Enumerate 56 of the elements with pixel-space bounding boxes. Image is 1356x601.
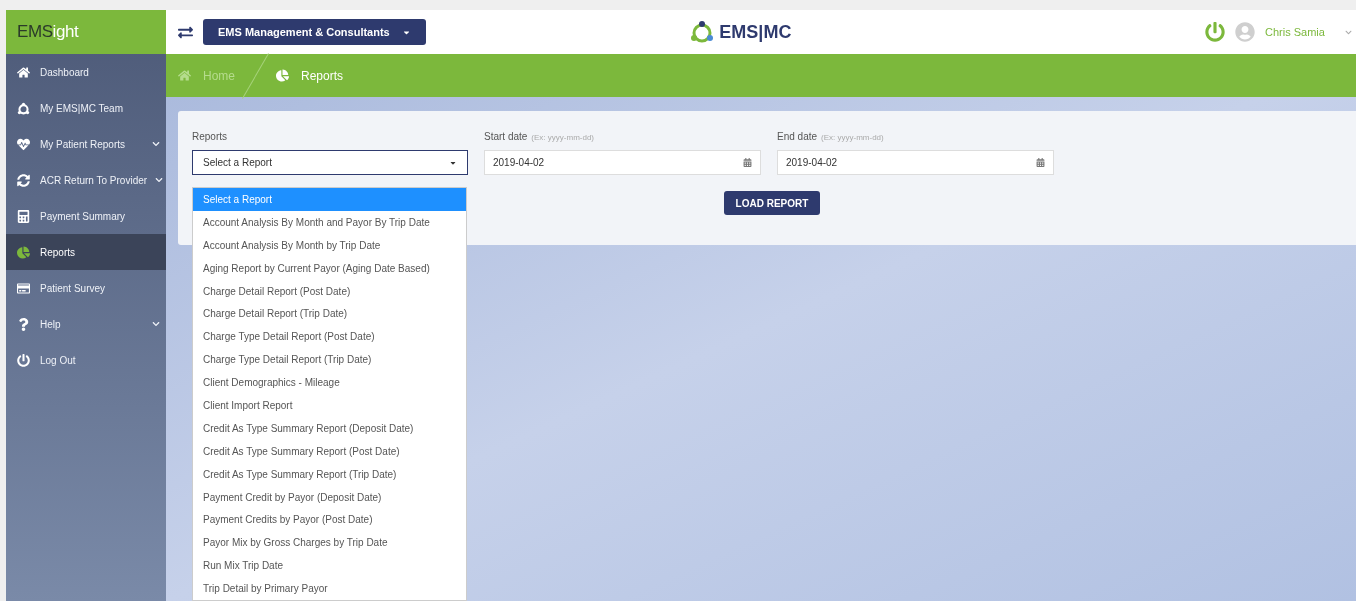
report-option[interactable]: Payment Credit by Payor (Deposit Date) [193, 485, 466, 509]
field-hint: (Ex: yyyy-mm-dd) [531, 132, 595, 144]
report-select[interactable]: Select a Report [192, 150, 468, 175]
heartbeat-icon [17, 137, 30, 151]
calculator-icon [17, 209, 30, 223]
report-option[interactable]: Account Analysis By Month by Trip Date [193, 233, 466, 257]
sidebar-item[interactable]: Help [6, 306, 166, 342]
sidebar-item[interactable]: ACR Return To Provider [6, 162, 166, 198]
chevron-icon [152, 140, 160, 148]
company-dropdown[interactable]: EMS Management & Consultants [203, 19, 426, 45]
chevron-icon [152, 320, 160, 328]
help-icon [17, 317, 30, 331]
card-icon [17, 281, 30, 295]
date-field[interactable]: 2019-04-02 [484, 150, 761, 175]
report-option[interactable]: Trip Detail by Primary Payor [193, 577, 466, 601]
report-option[interactable]: Client Demographics - Mileage [193, 371, 466, 394]
report-option[interactable]: Charge Detail Report (Trip Date) [193, 302, 466, 326]
pie-chart-icon [17, 245, 30, 259]
switch-icon[interactable] [178, 24, 193, 40]
report-option[interactable]: Credit As Type Summary Report (Post Date) [193, 439, 466, 463]
sidebar-item[interactable]: Reports [6, 234, 166, 270]
report-option[interactable]: Charge Detail Report (Post Date) [193, 279, 466, 303]
calendar-icon[interactable] [743, 158, 752, 167]
field-label: Reports [192, 130, 228, 144]
load-report-button[interactable]: LOAD REPORT [724, 191, 820, 215]
report-option[interactable]: Aging Report by Current Payor (Aging Date Based) [193, 256, 466, 280]
home-icon [178, 69, 191, 82]
sidebar-item[interactable]: Dashboard [6, 54, 166, 90]
sidebar-item[interactable]: Payment Summary [6, 198, 166, 234]
report-option[interactable]: Run Mix Trip Date [193, 554, 466, 578]
report-option[interactable]: Payment Credits by Payor (Post Date) [193, 508, 466, 532]
power-icon [17, 353, 30, 367]
field-label: Start date [484, 130, 528, 144]
sidebar-item[interactable]: Log Out [6, 342, 166, 378]
sidebar-item[interactable]: My Patient Reports [6, 126, 166, 162]
ring-icon [17, 101, 30, 115]
report-option[interactable]: Credit As Type Summary Report (Deposit Date) [193, 416, 466, 440]
report-option[interactable]: Payor Mix by Gross Charges by Trip Date [193, 531, 466, 555]
pie-chart-icon [276, 69, 289, 82]
chevron-icon [155, 176, 164, 184]
power-icon[interactable] [1205, 22, 1225, 42]
brand-logo: EMS|MC [719, 20, 792, 44]
report-option[interactable]: Credit As Type Summary Report (Trip Date) [193, 462, 466, 486]
date-field[interactable]: 2019-04-02 [777, 150, 1054, 175]
calendar-icon[interactable] [1036, 158, 1045, 167]
report-option[interactable]: Charge Type Detail Report (Trip Date) [193, 348, 466, 372]
field-label: End date [777, 130, 818, 144]
app-logo: EMSight [6, 10, 166, 54]
home-icon [17, 65, 30, 79]
sidebar-item[interactable]: My EMS|MC Team [6, 90, 166, 126]
report-option[interactable]: Account Analysis By Month and Payor By Trip Date [193, 210, 466, 234]
sync-icon [17, 173, 30, 187]
report-option[interactable]: Client Import Report [193, 394, 466, 417]
report-option[interactable]: Charge Type Detail Report (Post Date) [193, 325, 466, 349]
logo-icon [689, 20, 716, 44]
sidebar-item[interactable]: Patient Survey [6, 270, 166, 306]
